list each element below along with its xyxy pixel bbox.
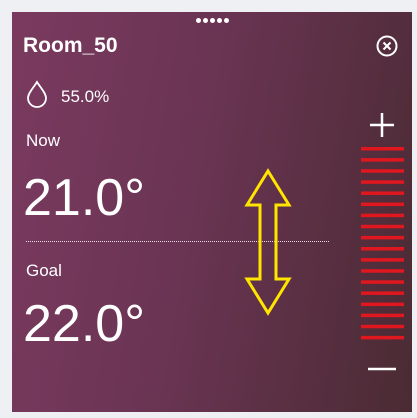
minus-icon [368,367,396,371]
goal-temp-label: Goal [26,261,62,280]
slider-segment[interactable] [361,147,404,151]
slider-segment[interactable] [361,180,404,184]
slider-segment[interactable] [361,158,404,162]
humidity-value: 55.0% [61,87,110,106]
current-temperature: 21.0° [23,169,146,227]
slider-segment[interactable] [361,235,404,240]
humidity-row: 55.0% [25,80,109,108]
room-title: Room_50 [23,34,118,57]
slider-segment[interactable] [361,191,404,195]
slider-segment[interactable] [361,291,404,295]
slider-segment[interactable] [361,280,404,284]
drag-arrow-icon[interactable] [244,168,292,316]
drag-handle[interactable] [196,18,229,28]
current-temp-label: Now [26,131,61,150]
setpoint-slider[interactable] [361,146,404,346]
goal-temperature: 22.0° [23,295,146,353]
slider-segment[interactable] [361,247,404,251]
water-drop-icon [27,80,47,108]
handle-dot [203,18,208,23]
handle-dot [224,18,229,23]
slider-segment[interactable] [361,224,404,229]
slider-segment[interactable] [361,169,404,173]
handle-dot [210,18,215,23]
slider-segment[interactable] [361,313,404,318]
slider-segment[interactable] [361,213,404,218]
handle-dot [196,18,201,23]
increase-button[interactable] [368,111,396,139]
slider-segment[interactable] [361,335,404,340]
slider-segment[interactable] [361,269,404,273]
plus-icon [370,113,394,137]
slider-segment[interactable] [361,202,404,207]
decrease-button[interactable] [367,355,397,383]
slider-segment[interactable] [361,302,404,307]
slider-segment[interactable] [361,324,404,329]
slider-segment[interactable] [361,258,404,262]
close-icon [376,35,398,57]
handle-dot [217,18,222,23]
thermostat-panel: Room_50 55.0% Now 21.0° Goal 22.0° [12,12,412,412]
close-button[interactable] [376,35,398,57]
